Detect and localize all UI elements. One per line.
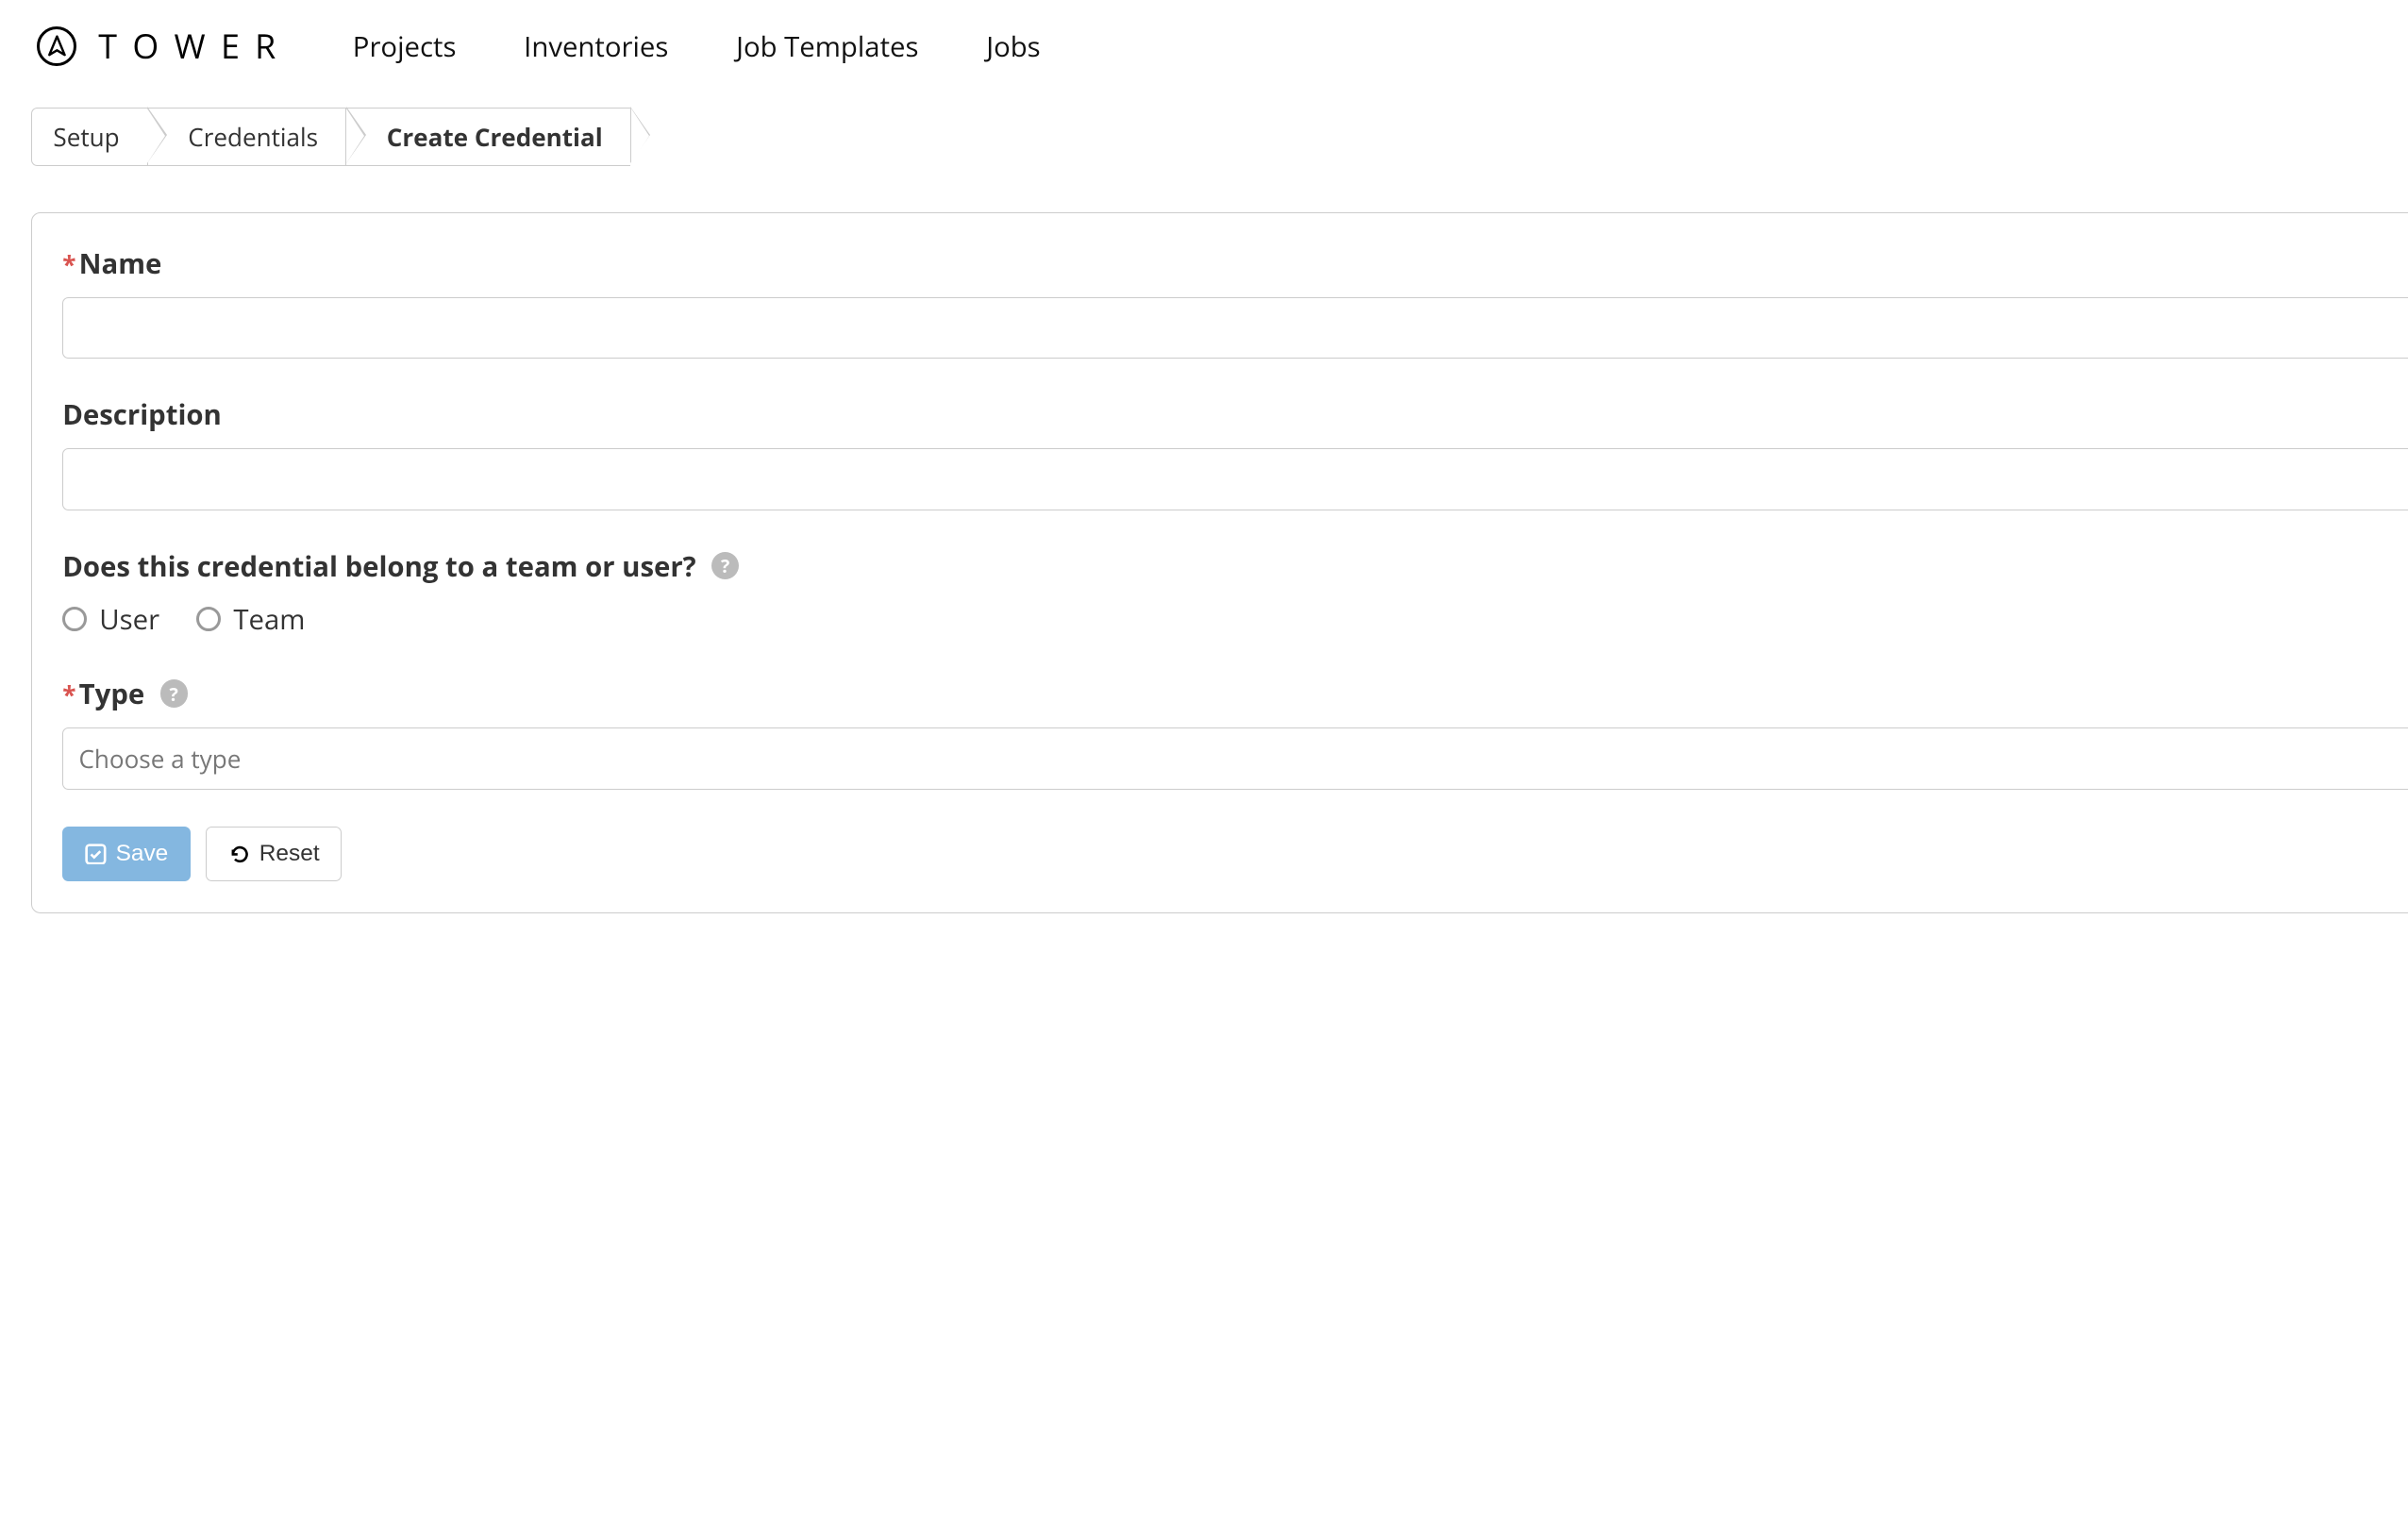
- name-label: Name: [79, 244, 162, 282]
- brand-text: TOWER: [98, 23, 291, 69]
- nav-jobs[interactable]: Jobs: [986, 27, 1040, 65]
- owner-user-label: User: [99, 600, 159, 638]
- description-field[interactable]: [62, 448, 2408, 510]
- description-label: Description: [62, 395, 222, 433]
- logo-icon: [37, 26, 76, 66]
- owner-user-radio[interactable]: User: [62, 600, 159, 638]
- check-icon: [85, 844, 107, 865]
- nav-job-templates[interactable]: Job Templates: [736, 27, 918, 65]
- form-panel: *Name Description Does this credential b…: [31, 212, 2408, 913]
- breadcrumb-create-credential[interactable]: Create Credential: [345, 108, 630, 166]
- required-marker: *Type: [62, 675, 144, 712]
- topbar: TOWER Projects Inventories Job Templates…: [0, 0, 2408, 92]
- required-marker: *Name: [62, 244, 161, 282]
- nav-inventories[interactable]: Inventories: [524, 27, 668, 65]
- breadcrumb-setup[interactable]: Setup: [31, 108, 147, 166]
- type-label: Type: [79, 675, 145, 712]
- name-group: *Name: [62, 244, 2408, 359]
- save-button[interactable]: Save: [62, 827, 191, 882]
- main-nav: Projects Inventories Job Templates Jobs: [353, 27, 1041, 65]
- save-label: Save: [116, 841, 169, 867]
- type-group: *Type ? Choose a type ▲▼: [62, 675, 2408, 789]
- description-group: Description: [62, 395, 2408, 510]
- owner-team-radio[interactable]: Team: [196, 600, 305, 638]
- brand[interactable]: TOWER: [37, 23, 292, 69]
- type-select[interactable]: Choose a type: [62, 727, 2408, 789]
- undo-icon: [228, 844, 250, 865]
- radio-icon: [62, 607, 87, 631]
- type-placeholder: Choose a type: [78, 742, 241, 776]
- nav-projects[interactable]: Projects: [353, 27, 457, 65]
- breadcrumb-credentials[interactable]: Credentials: [147, 108, 345, 166]
- reset-label: Reset: [259, 841, 320, 867]
- help-icon[interactable]: ?: [711, 552, 739, 579]
- owner-label: Does this credential belong to a team or…: [62, 547, 695, 585]
- breadcrumb: Setup Credentials Create Credential: [0, 108, 2408, 166]
- button-row: Save Reset: [62, 827, 2408, 882]
- owner-group: Does this credential belong to a team or…: [62, 547, 2408, 638]
- name-field[interactable]: [62, 297, 2408, 359]
- reset-button[interactable]: Reset: [206, 827, 342, 882]
- radio-icon: [196, 607, 221, 631]
- owner-team-label: Team: [233, 600, 305, 638]
- help-icon[interactable]: ?: [160, 679, 188, 707]
